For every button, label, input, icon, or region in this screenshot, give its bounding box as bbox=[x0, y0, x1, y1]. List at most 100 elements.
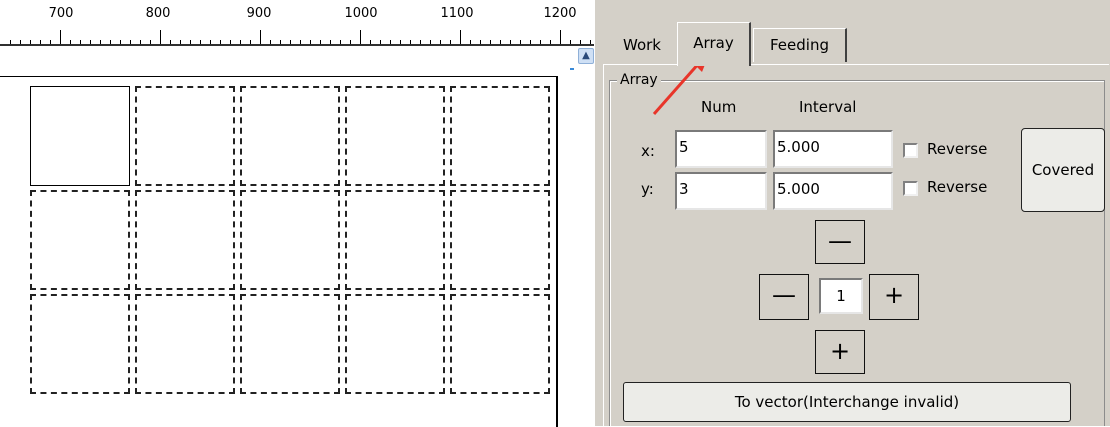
array-copy bbox=[450, 190, 550, 290]
ruler-label: 900 bbox=[246, 6, 272, 21]
ruler-tick bbox=[130, 40, 131, 44]
ruler-tick bbox=[190, 40, 191, 44]
ruler-label: 700 bbox=[48, 6, 74, 21]
chevron-up-icon[interactable]: ▲ bbox=[578, 48, 594, 64]
step-input[interactable]: 1 bbox=[819, 278, 863, 314]
y-interval-input[interactable]: 5.000 bbox=[773, 172, 893, 210]
ruler-tick bbox=[230, 40, 231, 44]
ruler-tick bbox=[320, 40, 321, 44]
ruler-tick bbox=[310, 40, 311, 44]
ruler-tick bbox=[50, 40, 51, 44]
ruler-tick bbox=[330, 40, 331, 44]
ruler-tick bbox=[40, 40, 41, 44]
ruler-tick bbox=[80, 40, 81, 44]
ruler-tick bbox=[250, 40, 251, 44]
array-copy bbox=[240, 86, 340, 186]
ruler-tick bbox=[470, 40, 471, 44]
ruler-tick bbox=[260, 30, 261, 44]
ruler-tick bbox=[160, 30, 161, 44]
ruler-tick bbox=[100, 40, 101, 44]
ruler-tick bbox=[430, 40, 431, 44]
ruler-tick bbox=[570, 40, 571, 44]
array-copy bbox=[345, 190, 445, 290]
move-up-button[interactable]: — bbox=[815, 220, 865, 264]
array-copy bbox=[30, 294, 130, 394]
ruler-label: 1200 bbox=[543, 6, 577, 21]
tab-feeding[interactable]: Feeding bbox=[753, 28, 847, 62]
covered-button[interactable]: Covered bbox=[1021, 128, 1105, 212]
ruler-tick bbox=[460, 30, 461, 44]
tab-array[interactable]: Array bbox=[677, 22, 751, 66]
ruler-tick bbox=[300, 40, 301, 44]
ruler-tick bbox=[290, 40, 291, 44]
array-copy bbox=[135, 190, 235, 290]
array-copy bbox=[135, 294, 235, 394]
arrow-shaft bbox=[652, 61, 702, 115]
ruler-label: 800 bbox=[145, 6, 171, 21]
ruler-tick bbox=[550, 40, 551, 44]
ruler-tick bbox=[10, 40, 11, 44]
ruler-tick bbox=[490, 40, 491, 44]
increase-button[interactable]: + bbox=[869, 274, 919, 320]
ruler-tick bbox=[380, 40, 381, 44]
array-copy bbox=[30, 190, 130, 290]
array-copy bbox=[450, 294, 550, 394]
ruler-tick bbox=[220, 40, 221, 44]
ruler-tick bbox=[110, 40, 111, 44]
ruler-tick bbox=[420, 40, 421, 44]
array-copy bbox=[135, 86, 235, 186]
ruler-tick bbox=[560, 30, 561, 44]
ruler-tick bbox=[140, 40, 141, 44]
ruler-tick bbox=[480, 40, 481, 44]
move-down-button[interactable]: + bbox=[815, 330, 865, 374]
ruler-tick bbox=[360, 30, 361, 44]
ruler-tick bbox=[20, 40, 21, 44]
source-object[interactable] bbox=[30, 86, 130, 186]
array-copy bbox=[345, 294, 445, 394]
ruler-tick bbox=[60, 30, 61, 44]
ruler-tick bbox=[400, 40, 401, 44]
horizontal-ruler: 700 800 900 1000 1100 1200 bbox=[0, 0, 594, 46]
x-num-input[interactable]: 5 bbox=[675, 130, 767, 168]
ruler-tick bbox=[70, 40, 71, 44]
ruler-tick bbox=[500, 40, 501, 44]
ruler-tick bbox=[280, 40, 281, 44]
x-axis-label: x: bbox=[641, 142, 655, 160]
x-reverse-checkbox[interactable] bbox=[903, 143, 918, 158]
array-copy bbox=[450, 86, 550, 186]
ruler-tick bbox=[530, 40, 531, 44]
ruler-tick bbox=[30, 40, 31, 44]
ruler-tick bbox=[340, 40, 341, 44]
ruler-tick bbox=[590, 40, 591, 44]
ruler-tick bbox=[180, 40, 181, 44]
ruler-tick bbox=[240, 40, 241, 44]
ruler-tick bbox=[450, 40, 451, 44]
y-reverse-label: Reverse bbox=[927, 178, 988, 196]
ruler-tick bbox=[510, 40, 511, 44]
ruler-tick bbox=[390, 40, 391, 44]
ruler-tick bbox=[410, 40, 411, 44]
ruler-tick bbox=[440, 40, 441, 44]
ruler-tick bbox=[90, 40, 91, 44]
ruler-tick bbox=[580, 40, 581, 44]
y-reverse-checkbox[interactable] bbox=[903, 181, 918, 196]
to-vector-button[interactable]: To vector(Interchange invalid) bbox=[623, 382, 1071, 422]
ruler-tick bbox=[520, 40, 521, 44]
x-reverse-label: Reverse bbox=[927, 140, 988, 158]
ruler-label: 1100 bbox=[440, 6, 474, 21]
ruler-tick bbox=[120, 40, 121, 44]
y-num-input[interactable]: 3 bbox=[675, 172, 767, 210]
decrease-button[interactable]: — bbox=[759, 274, 809, 320]
ruler-tick bbox=[150, 40, 151, 44]
x-interval-input[interactable]: 5.000 bbox=[773, 130, 893, 168]
array-copy bbox=[240, 294, 340, 394]
ruler-tick bbox=[210, 40, 211, 44]
ruler-tick bbox=[270, 40, 271, 44]
array-copy bbox=[240, 190, 340, 290]
vertical-scrollbar[interactable] bbox=[578, 48, 594, 426]
y-axis-label: y: bbox=[641, 180, 654, 198]
ruler-tick bbox=[540, 40, 541, 44]
ruler-tick bbox=[200, 40, 201, 44]
ruler-tick bbox=[350, 40, 351, 44]
array-copy bbox=[345, 86, 445, 186]
